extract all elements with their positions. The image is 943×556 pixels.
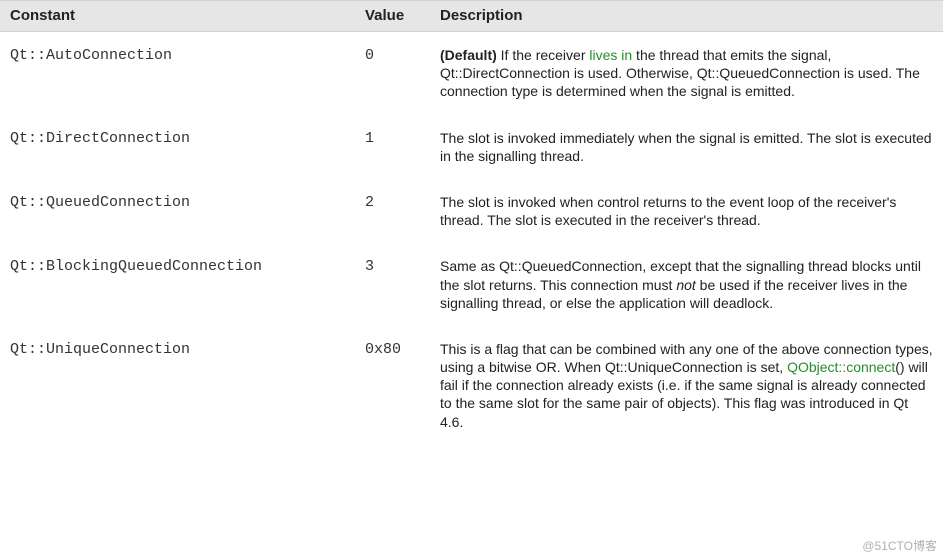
watermark: @51CTO博客 [862, 537, 937, 554]
constant-cell: Qt::QueuedConnection [0, 179, 355, 243]
description-cell: Same as Qt::QueuedConnection, except tha… [430, 243, 943, 326]
value-cell: 1 [355, 115, 430, 179]
value-cell: 2 [355, 179, 430, 243]
qobject-connect-link[interactable]: QObject::connect [787, 359, 895, 375]
col-header-description: Description [430, 1, 943, 32]
constant-cell: Qt::BlockingQueuedConnection [0, 243, 355, 326]
emphasis-not: not [676, 277, 695, 293]
desc-text: If the receiver [497, 47, 590, 63]
value-cell: 3 [355, 243, 430, 326]
value-cell: 0x80 [355, 326, 430, 445]
table-header-row: Constant Value Description [0, 1, 943, 32]
table-row: Qt::BlockingQueuedConnection 3 Same as Q… [0, 243, 943, 326]
description-cell: (Default) If the receiver lives in the t… [430, 32, 943, 115]
lives-in-link[interactable]: lives in [589, 47, 632, 63]
description-cell: The slot is invoked immediately when the… [430, 115, 943, 179]
constant-cell: Qt::AutoConnection [0, 32, 355, 115]
table-row: Qt::QueuedConnection 2 The slot is invok… [0, 179, 943, 243]
col-header-constant: Constant [0, 1, 355, 32]
table-row: Qt::DirectConnection 1 The slot is invok… [0, 115, 943, 179]
value-cell: 0 [355, 32, 430, 115]
constant-cell: Qt::DirectConnection [0, 115, 355, 179]
constant-cell: Qt::UniqueConnection [0, 326, 355, 445]
default-marker: (Default) [440, 47, 497, 63]
table-row: Qt::UniqueConnection 0x80 This is a flag… [0, 326, 943, 445]
col-header-value: Value [355, 1, 430, 32]
enum-table: Constant Value Description Qt::AutoConne… [0, 0, 943, 445]
description-cell: This is a flag that can be combined with… [430, 326, 943, 445]
table-row: Qt::AutoConnection 0 (Default) If the re… [0, 32, 943, 115]
description-cell: The slot is invoked when control returns… [430, 179, 943, 243]
